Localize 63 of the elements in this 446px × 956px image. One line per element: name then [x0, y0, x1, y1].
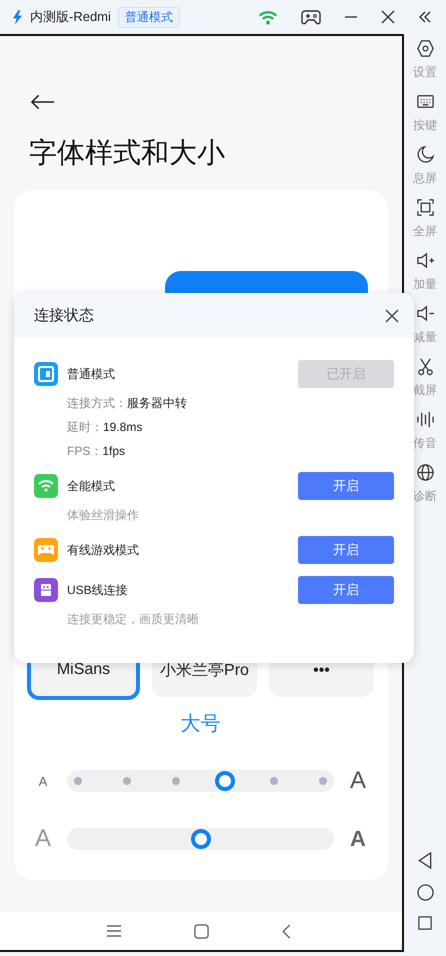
sidebar-label: 截屏 — [413, 382, 437, 399]
menu-icon[interactable] — [106, 924, 122, 938]
step-dot — [319, 777, 327, 785]
lightning-icon — [12, 10, 23, 24]
enable-button[interactable]: 开启 — [298, 536, 394, 564]
sidebar-label: 按键 — [413, 117, 437, 134]
moon-icon[interactable] — [416, 145, 434, 164]
page-title: 字体样式和大小 — [29, 136, 226, 170]
size-slider[interactable] — [67, 770, 334, 792]
detail-value: 1fps — [102, 444, 126, 458]
gamepad-icon[interactable] — [301, 9, 321, 25]
close-icon[interactable] — [385, 308, 399, 322]
home-icon[interactable] — [416, 884, 434, 901]
large-a-label: A — [348, 767, 367, 795]
back-arrow-icon[interactable] — [30, 94, 55, 110]
collapse-icon[interactable] — [418, 10, 432, 24]
light-a-label: A — [34, 825, 52, 853]
sidebar-label: 息屏 — [413, 170, 437, 187]
enable-button[interactable]: 开启 — [298, 576, 394, 604]
window-title: 内测版-Redmi — [30, 8, 111, 26]
sidebar-label: 诊断 — [413, 488, 437, 505]
weight-slider[interactable] — [67, 828, 334, 850]
step-dot — [270, 777, 278, 785]
sidebar-label: 设置 — [413, 64, 437, 81]
volume-down-icon[interactable] — [416, 304, 434, 323]
mode-name: 普通模式 — [67, 366, 115, 382]
dialog-title: 连接状态 — [34, 306, 94, 325]
small-a-label: A — [38, 774, 48, 788]
slider-thumb[interactable] — [215, 771, 235, 791]
mode-description: 连接更稳定，画质更清晰 — [67, 611, 200, 628]
volume-up-icon[interactable] — [416, 251, 434, 270]
sidebar-label: 加量 — [413, 276, 437, 293]
detail-label: FPS： — [67, 444, 102, 458]
mode-name: USB线连接 — [67, 582, 128, 598]
keyboard-icon[interactable] — [416, 92, 434, 111]
detail-label: 延时： — [67, 420, 103, 434]
enable-button[interactable]: 开启 — [298, 472, 394, 500]
detail-label: 连接方式： — [67, 396, 127, 410]
slider-thumb[interactable] — [190, 829, 210, 849]
step-dot — [123, 777, 131, 785]
sidebar-label: 传音 — [413, 435, 437, 452]
back-icon[interactable] — [417, 852, 433, 869]
detail-value: 服务器中转 — [127, 396, 187, 410]
globe-icon[interactable] — [416, 463, 434, 482]
fullscreen-icon[interactable] — [416, 198, 434, 217]
recents-icon[interactable] — [418, 916, 432, 930]
scissors-icon[interactable] — [416, 357, 434, 376]
step-dot — [74, 777, 82, 785]
mode-badge: 普通模式 — [118, 6, 180, 28]
mode-description: 体验丝滑操作 — [67, 507, 140, 524]
step-dot — [172, 777, 180, 785]
sidebar-label: 全屏 — [413, 223, 437, 240]
mode-name: 有线游戏模式 — [67, 542, 139, 558]
bold-a-label: A — [349, 826, 367, 852]
close-icon[interactable] — [381, 10, 395, 24]
detail-value: 19.8ms — [103, 420, 142, 434]
settings-icon[interactable] — [416, 39, 434, 58]
size-label: 大号 — [180, 712, 222, 737]
mode-name: 全能模式 — [67, 478, 115, 494]
sound-wave-icon[interactable] — [416, 410, 434, 429]
back-icon[interactable] — [280, 924, 290, 938]
home-icon[interactable] — [194, 924, 208, 938]
sidebar-label: 减量 — [413, 329, 437, 346]
